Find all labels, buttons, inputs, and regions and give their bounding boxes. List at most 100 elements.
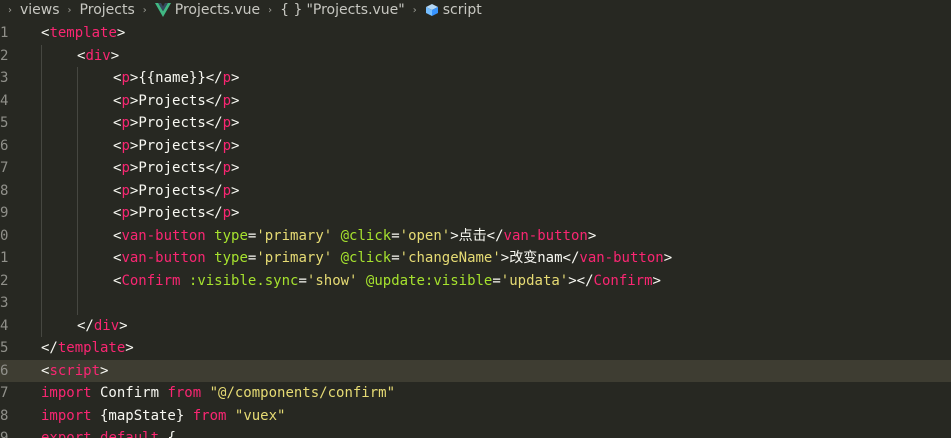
code-token: type [214,250,248,266]
code-token: van-button [121,250,206,266]
code-content: <div> [77,45,119,68]
line-number: 4 [0,92,9,109]
code-content: </div> [77,315,128,338]
code-token: = [298,272,307,289]
code-line[interactable]: 9 export default { [0,427,951,438]
code-token: Confirm [593,272,653,289]
code-token: = [492,272,501,289]
code-token: > [663,250,673,266]
line-number: 3 [0,295,9,311]
code-token: Projects [138,137,206,154]
code-token: "@/components/confirm" [209,385,396,401]
code-token: van-button [121,227,206,244]
code-token: Projects [138,92,206,109]
code-token: default [100,430,160,438]
code-token: van-button [579,250,664,266]
code-line[interactable]: 1 <van-button type='primary' @click='chan… [0,247,951,270]
code-token: </ [205,115,223,131]
code-line[interactable]: 7 import Confirm from "@/components/confi… [0,382,951,405]
code-line[interactable]: 4 <p>Projects</p> [0,89,951,112]
code-token: @click [340,227,392,244]
indent-guide [77,247,78,270]
indent-guide [77,269,78,292]
code-token: p [121,160,130,176]
code-token: = [391,227,400,244]
indent-guide [41,224,42,247]
code-token: 'open' [399,227,451,244]
code-line[interactable]: 3 <p>{{name}}</p> [0,67,951,90]
code-token: > [119,317,128,334]
code-token: div [93,317,120,334]
breadcrumb-item-views[interactable]: views [20,0,60,20]
line-number: 7 [0,160,9,176]
code-token: p [121,92,130,109]
breadcrumb-item-projects-vue-file[interactable]: Projects.vue [154,0,260,20]
breadcrumb-label: Projects [79,2,135,18]
code-token: p [121,182,130,199]
code-token: ></ [568,272,594,289]
code-token: 'primary' [256,227,333,244]
code-line[interactable]: 8 <p>Projects</p> [0,179,951,202]
indent-guide [77,157,78,180]
line-number: 8 [0,182,9,199]
code-token: p [121,70,130,86]
code-line[interactable]: 4 </div> [0,314,951,338]
code-token: p [222,115,232,131]
code-line[interactable]: 7 <p>Projects</p> [0,157,951,180]
code-token: > [450,227,459,244]
code-token: > [231,160,240,176]
code-token: > [231,92,240,109]
code-area[interactable]: 1 <template> 2 <div> 3 <p>{{name}}</p> 4 <p>Pro… [0,22,951,438]
code-line[interactable]: 8 import {mapState} from "vuex" [0,405,951,428]
code-editor[interactable]: › views › Projects › Projects.vue › { } … [0,0,951,438]
code-line[interactable]: 2 <Confirm :visible.sync='show' @update:v… [0,269,951,292]
code-token: 点击 [458,227,487,244]
code-token: p [121,205,130,221]
code-line[interactable]: 5 </template> [0,337,951,360]
code-token: </ [486,227,504,244]
code-token: 改变nam [509,250,563,266]
breadcrumb-item-module[interactable]: { } "Projects.vue" [280,0,405,20]
breadcrumb-label: "Projects.vue" [306,2,405,18]
breadcrumb-item-projects-folder[interactable]: Projects [80,0,135,20]
code-line[interactable]: 3 [0,292,951,315]
code-token: { [159,430,176,438]
code-line[interactable]: 1 <template> [0,22,951,45]
code-token: > [231,205,240,221]
code-line[interactable]: 0 <van-button type='primary' @click='open… [0,224,951,247]
code-line[interactable]: 6 <p>Projects</p> [0,134,951,157]
chevron-right-icon: › [142,4,147,16]
indent-guide [41,112,42,135]
code-content: import Confirm from "@/components/confir… [41,382,395,405]
code-token: > [587,227,597,244]
code-line[interactable]: 5 <p>Projects</p> [0,112,951,135]
code-token: @update:visible [365,272,493,289]
code-content: <p>{{name}}</p> [113,67,239,90]
code-token: p [121,115,130,131]
code-line[interactable]: 9 <p>Projects</p> [0,202,951,225]
code-token: template [49,25,117,41]
module-braces-icon: { } [280,2,303,18]
code-token: </ [205,92,223,109]
code-token: export [41,430,92,438]
indent-guide [77,67,78,90]
indent-guide [41,292,42,315]
line-number: 6 [0,137,9,154]
indent-guide [41,89,42,112]
breadcrumb-label: script [442,2,482,18]
vue-file-icon [154,3,171,17]
breadcrumb-label: views [20,2,60,18]
indent-guide [41,314,42,337]
indent-guide [41,134,42,157]
code-token: Confirm [91,385,168,401]
code-line[interactable]: 6 <script> [0,359,951,382]
code-line[interactable]: 2 <div> [0,44,951,68]
chevron-right-icon: › [67,4,72,16]
breadcrumb-item-script[interactable]: script [425,0,482,20]
code-token: > [100,362,109,379]
